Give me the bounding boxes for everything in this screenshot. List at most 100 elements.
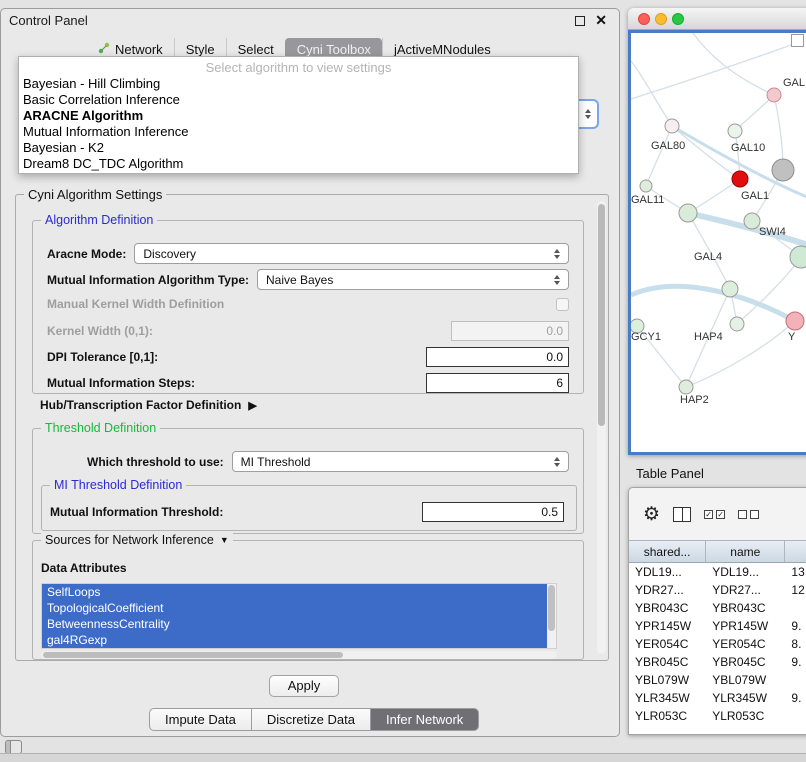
network-node[interactable]: [744, 213, 760, 229]
group-title: Algorithm Definition: [41, 213, 157, 227]
attribute-item-selected[interactable]: BetweennessCentrality: [42, 616, 547, 632]
network-node[interactable]: [728, 124, 742, 138]
dpi-tolerance-field[interactable]: 0.0: [426, 347, 569, 367]
network-node[interactable]: [640, 180, 652, 192]
mi-type-row: Mutual Information Algorithm Type: Naive…: [47, 269, 569, 290]
table-row[interactable]: YER054C YER054C 8.: [629, 635, 806, 653]
minimize-traffic-light[interactable]: [655, 13, 667, 25]
attribute-item-selected[interactable]: SelfLoops: [42, 584, 547, 600]
table-row[interactable]: YDL19... YDL19... 13: [629, 563, 806, 581]
kernel-width-field: 0.0: [451, 321, 569, 341]
network-node[interactable]: [722, 281, 738, 297]
attribute-item-selected[interactable]: gal4RGexp: [42, 632, 547, 648]
column-header[interactable]: name: [706, 541, 785, 562]
menu-item[interactable]: Basic Correlation Inference: [19, 92, 578, 108]
tab-impute-data[interactable]: Impute Data: [149, 708, 252, 731]
list-horizontal-scrollbar[interactable]: [41, 651, 557, 659]
which-threshold-select[interactable]: MI Threshold: [232, 451, 569, 472]
table-cell: YLR053C: [706, 707, 785, 725]
column-header[interactable]: [785, 541, 806, 562]
zoom-traffic-light[interactable]: [672, 13, 684, 25]
node-label: GAL1: [741, 190, 769, 202]
table-row[interactable]: YLR053C YLR053C: [629, 707, 806, 725]
aracne-mode-select[interactable]: Discovery: [134, 243, 569, 264]
unchecked-box-icon: [750, 510, 759, 519]
settings-scrollbar[interactable]: [597, 201, 606, 654]
menu-item[interactable]: Mutual Information Inference: [19, 124, 578, 140]
network-node[interactable]: [772, 159, 794, 181]
collapse-arrow-icon: ▶: [248, 399, 256, 412]
node-label: GAL4: [694, 251, 722, 263]
tab-label: Select: [238, 42, 274, 57]
network-window-titlebar[interactable]: [628, 8, 806, 30]
network-node[interactable]: [790, 246, 806, 268]
table-body: YDL19... YDL19... 13 YDR27... YDR27... 1…: [629, 563, 806, 734]
network-node[interactable]: [679, 204, 697, 222]
deselect-all-columns-icon[interactable]: [738, 510, 759, 519]
list-vertical-scrollbar[interactable]: [547, 584, 556, 648]
scrollbar-thumb[interactable]: [598, 204, 605, 426]
tab-label: Style: [186, 42, 215, 57]
node-label: GAL10: [731, 142, 765, 154]
network-graph: [631, 33, 806, 452]
table-cell: YLR053C: [629, 707, 706, 725]
table-row[interactable]: YLR345W YLR345W 9.: [629, 689, 806, 707]
gear-icon[interactable]: ⚙: [643, 505, 660, 524]
select-all-columns-icon[interactable]: ✓ ✓: [704, 510, 725, 519]
network-node[interactable]: [679, 380, 693, 394]
table-cell: YBL079W: [706, 671, 785, 689]
mi-algorithm-type-select[interactable]: Naive Bayes: [257, 269, 569, 290]
apply-button[interactable]: Apply: [269, 675, 339, 697]
close-icon[interactable]: ✕: [595, 12, 607, 29]
show-panel-icon[interactable]: [5, 740, 22, 754]
float-panel-icon[interactable]: [575, 16, 585, 26]
table-cell: 9.: [785, 617, 806, 635]
close-traffic-light[interactable]: [638, 13, 650, 25]
network-node[interactable]: [786, 312, 804, 330]
menu-item[interactable]: Dream8 DC_TDC Algorithm: [19, 156, 578, 172]
table-toolbar: ⚙ ✓ ✓: [629, 488, 806, 540]
table-cell: YPR145W: [706, 617, 785, 635]
sources-section-toggle[interactable]: Sources for Network Inference ▼: [41, 533, 233, 547]
node-label: GAL11: [631, 194, 664, 206]
network-node[interactable]: [732, 171, 748, 187]
network-node[interactable]: [665, 119, 679, 133]
table-cell: YBR043C: [706, 599, 785, 617]
network-canvas[interactable]: GAL GAL80 GAL10 GAL11 GAL1 SWI4 GAL4 GCY…: [628, 30, 806, 455]
mi-steps-field[interactable]: 6: [426, 373, 569, 393]
algorithm-dropdown-menu: Select algorithm to view settings Bayesi…: [18, 56, 579, 174]
tab-infer-network[interactable]: Infer Network: [371, 708, 479, 731]
tab-discretize-data[interactable]: Discretize Data: [252, 708, 371, 731]
checked-box-icon: ✓: [704, 510, 713, 519]
column-header[interactable]: shared...: [629, 541, 706, 562]
control-panel-window: Control Panel ✕ Network Style Select Cyn…: [0, 8, 620, 737]
combo-arrows-icon: [551, 457, 563, 467]
table-row[interactable]: YBL079W YBL079W: [629, 671, 806, 689]
show-columns-icon[interactable]: [673, 507, 691, 522]
table-row[interactable]: YBR043C YBR043C: [629, 599, 806, 617]
menu-item[interactable]: Bayesian - Hill Climbing: [19, 76, 578, 92]
field-label: Mutual Information Threshold:: [50, 505, 223, 519]
section-label: Sources for Network Inference: [45, 533, 214, 547]
dpi-tolerance-row: DPI Tolerance [0,1]: 0.0: [47, 347, 569, 367]
table-row[interactable]: YBR045C YBR045C 9.: [629, 653, 806, 671]
group-title: Cyni Algorithm Settings: [24, 187, 166, 202]
field-label: Aracne Mode:: [47, 247, 126, 261]
table-cell: YER054C: [706, 635, 785, 653]
manual-kernel-checkbox: [556, 298, 569, 311]
algorithm-combo-stepper[interactable]: [579, 99, 599, 129]
menu-item[interactable]: Bayesian - K2: [19, 140, 578, 156]
threshold-definition-group: Threshold Definition Which threshold to …: [32, 428, 584, 534]
network-node[interactable]: [730, 317, 744, 331]
table-row[interactable]: YPR145W YPR145W 9.: [629, 617, 806, 635]
menu-item-selected[interactable]: ARACNE Algorithm: [19, 108, 578, 124]
table-cell: YDL19...: [629, 563, 706, 581]
tab-label: Cyni Toolbox: [297, 42, 371, 57]
node-label: HAP2: [680, 394, 709, 406]
data-attributes-label: Data Attributes: [41, 561, 127, 575]
attribute-item-selected[interactable]: TopologicalCoefficient: [42, 600, 547, 616]
hub-section-toggle[interactable]: Hub/Transcription Factor Definition ▶: [40, 398, 257, 412]
mi-threshold-field[interactable]: 0.5: [422, 502, 564, 522]
table-row[interactable]: YDR27... YDR27... 12: [629, 581, 806, 599]
network-node[interactable]: [767, 88, 781, 102]
